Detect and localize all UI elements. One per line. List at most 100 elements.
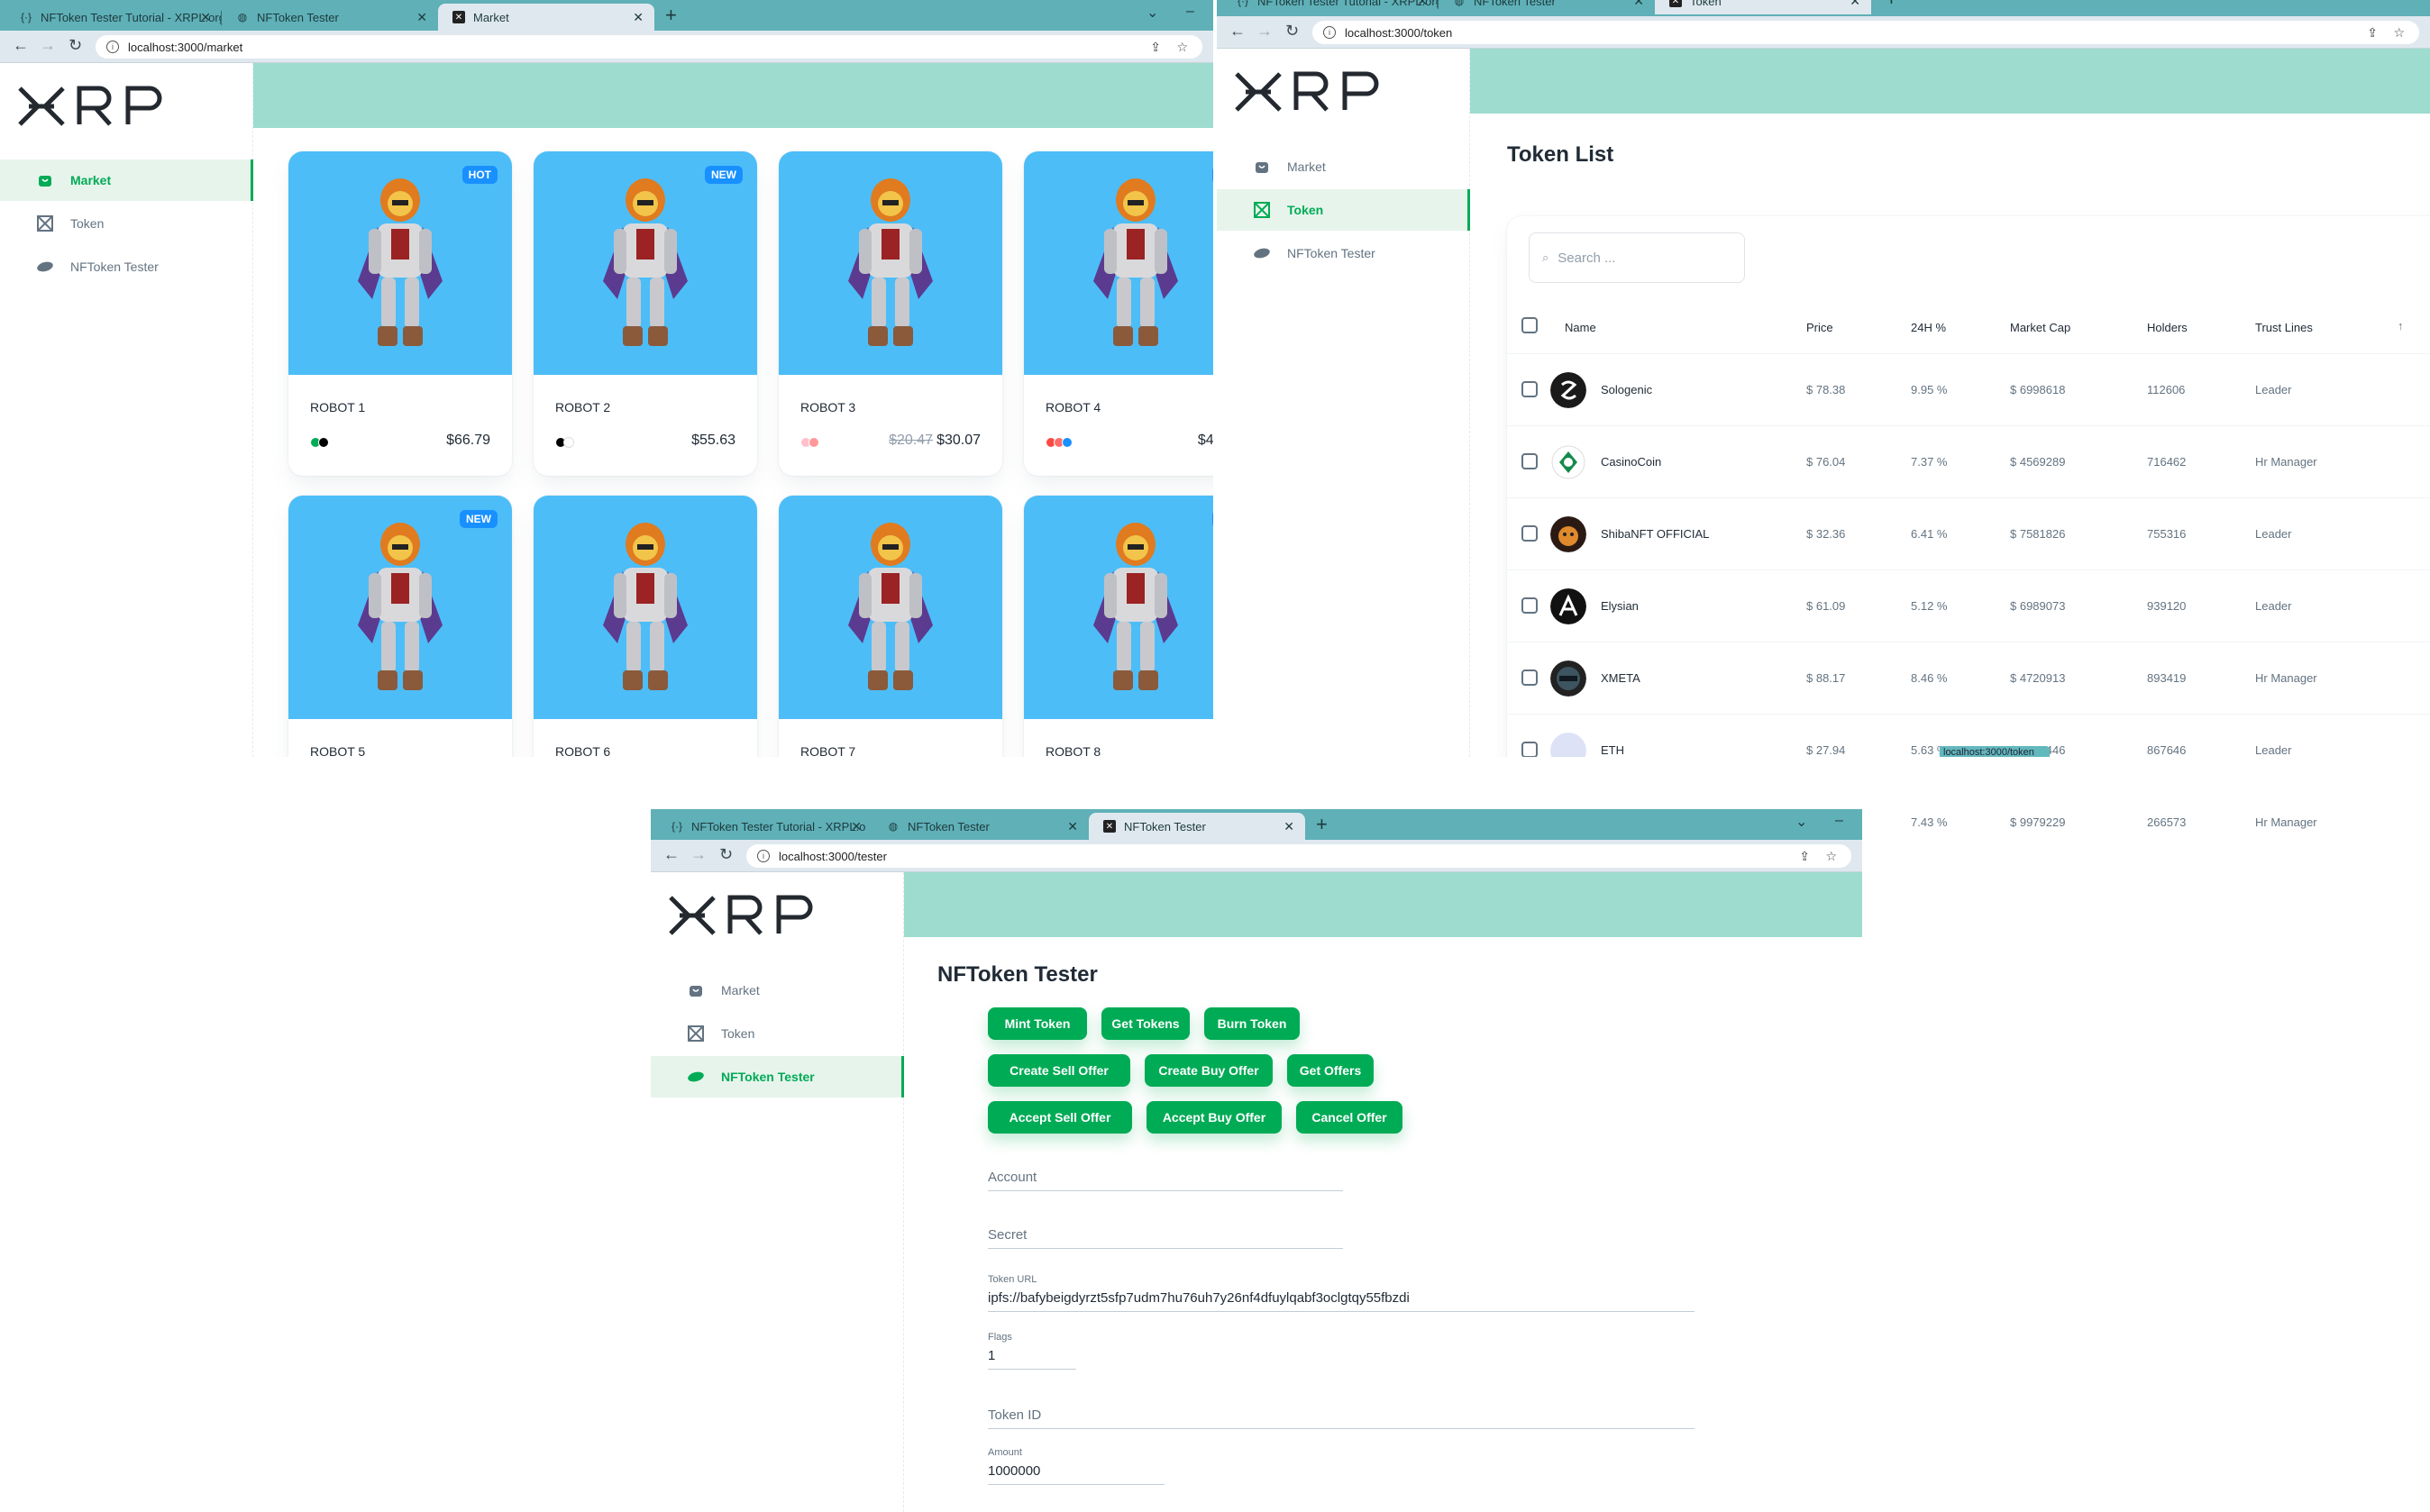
- forward-icon[interactable]: →: [690, 845, 707, 864]
- mint-token-button[interactable]: Mint Token: [988, 1007, 1087, 1040]
- product-card[interactable]: HOT ROBOT 1 $66.79: [288, 151, 512, 476]
- row-checkbox[interactable]: [1521, 669, 1538, 686]
- new-tab-icon[interactable]: +: [1886, 0, 1897, 11]
- column-header[interactable]: Holders: [2147, 321, 2188, 334]
- new-tab-icon[interactable]: +: [665, 4, 677, 27]
- amount-field[interactable]: Amount 1000000: [988, 1444, 1165, 1485]
- product-image[interactable]: [534, 496, 757, 719]
- product-image[interactable]: [779, 496, 1002, 719]
- url-field[interactable]: i localhost:3000/market ⇪ ☆: [96, 35, 1202, 59]
- close-tab-icon[interactable]: ✕: [633, 10, 644, 25]
- close-tab-icon[interactable]: ✕: [1633, 0, 1644, 9]
- accept-buy-offer-button[interactable]: Accept Buy Offer: [1146, 1101, 1282, 1134]
- share-icon[interactable]: ⇪: [1150, 40, 1161, 55]
- column-header[interactable]: Name: [1565, 321, 1596, 334]
- search-input[interactable]: ⌕ Search ...: [1529, 232, 1745, 283]
- column-header[interactable]: Market Cap: [2010, 321, 2070, 334]
- row-checkbox[interactable]: [1521, 453, 1538, 469]
- cancel-offer-button[interactable]: Cancel Offer: [1296, 1101, 1402, 1134]
- get-offers-button[interactable]: Get Offers: [1287, 1054, 1374, 1087]
- tab-nftoken-tester[interactable]: ◍ NFToken Tester ✕: [222, 4, 438, 31]
- tab-nftoken-tester-active[interactable]: ✕ NFToken Tester ✕: [1089, 813, 1305, 840]
- close-tab-icon[interactable]: ✕: [1284, 819, 1294, 834]
- star-icon[interactable]: ☆: [2393, 25, 2405, 41]
- row-checkbox[interactable]: [1521, 742, 1538, 758]
- create-buy-offer-button[interactable]: Create Buy Offer: [1145, 1054, 1273, 1087]
- sidebar-item-market[interactable]: Market: [1217, 146, 1470, 187]
- product-name[interactable]: ROBOT 5: [310, 744, 365, 757]
- sidebar-item-market[interactable]: Market: [0, 159, 253, 201]
- product-image[interactable]: [288, 151, 512, 375]
- product-name[interactable]: ROBOT 7: [800, 744, 855, 757]
- close-tab-icon[interactable]: ✕: [851, 819, 862, 834]
- get-tokens-button[interactable]: Get Tokens: [1101, 1007, 1190, 1040]
- tab-tutorial[interactable]: {·} NFToken Tester Tutorial - XRPL.org ✕: [5, 4, 222, 31]
- product-image[interactable]: [288, 496, 512, 719]
- tab-market[interactable]: ✕ Market ✕: [438, 4, 654, 31]
- product-name[interactable]: ROBOT 8: [1046, 744, 1101, 757]
- row-checkbox[interactable]: [1521, 525, 1538, 542]
- tab-tutorial[interactable]: {·} NFToken Tester Tutorial - XRPL.o ✕: [656, 813, 872, 840]
- secret-field[interactable]: Secret: [988, 1220, 1343, 1249]
- table-row[interactable]: ShibaNFT OFFICIAL $ 32.36 6.41 % $ 7581826 7…: [1507, 497, 2430, 569]
- product-card[interactable]: ROBOT 3 $20.47 $30.07: [779, 151, 1002, 476]
- sidebar-item-token[interactable]: Token: [0, 203, 253, 244]
- sidebar-item-token[interactable]: Token: [651, 1013, 904, 1054]
- product-card[interactable]: NEW ROBOT 2 $55.63: [534, 151, 757, 476]
- table-row[interactable]: CasinoCoin $ 76.04 7.37 % $ 4569289 716462 Hr…: [1507, 425, 2430, 497]
- back-icon[interactable]: ←: [663, 845, 680, 864]
- select-all-checkbox[interactable]: [1521, 317, 1538, 333]
- product-image[interactable]: [534, 151, 757, 375]
- chevron-down-icon[interactable]: ⌄: [1146, 4, 1158, 22]
- row-checkbox[interactable]: [1521, 381, 1538, 397]
- column-header[interactable]: Trust Lines: [2255, 321, 2313, 334]
- flags-field[interactable]: Flags 1: [988, 1328, 1076, 1370]
- create-sell-offer-button[interactable]: Create Sell Offer: [988, 1054, 1130, 1087]
- burn-token-button[interactable]: Burn Token: [1204, 1007, 1300, 1040]
- sidebar-item-token[interactable]: Token: [1217, 189, 1470, 231]
- row-checkbox[interactable]: [1521, 597, 1538, 614]
- table-row[interactable]: XMETA $ 88.17 8.46 % $ 4720913 893419 Hr Mana…: [1507, 642, 2430, 714]
- tab-nftoken-tester[interactable]: ◍ NFToken Tester ✕: [872, 813, 1089, 840]
- share-icon[interactable]: ⇪: [1799, 849, 1810, 864]
- new-tab-icon[interactable]: +: [1316, 813, 1328, 836]
- product-name[interactable]: ROBOT 2: [555, 400, 610, 414]
- reload-icon[interactable]: ↻: [69, 36, 82, 55]
- product-image[interactable]: [1024, 496, 1213, 719]
- product-image[interactable]: [1024, 151, 1213, 375]
- product-name[interactable]: ROBOT 4: [1046, 400, 1101, 414]
- account-field[interactable]: Account: [988, 1162, 1343, 1191]
- minimize-icon[interactable]: –: [1186, 4, 1194, 20]
- token-id-field[interactable]: Token ID: [988, 1400, 1695, 1429]
- back-icon[interactable]: ←: [13, 36, 29, 55]
- close-tab-icon[interactable]: ✕: [1417, 0, 1428, 9]
- product-card[interactable]: ROBOT 7: [779, 496, 1002, 757]
- accept-sell-offer-button[interactable]: Accept Sell Offer: [988, 1101, 1132, 1134]
- forward-icon[interactable]: →: [40, 36, 56, 55]
- sidebar-item-nftoken-tester[interactable]: NFToken Tester: [1217, 232, 1470, 274]
- product-card[interactable]: NEW ROBOT 5: [288, 496, 512, 757]
- product-name[interactable]: ROBOT 3: [800, 400, 855, 414]
- url-field[interactable]: i localhost:3000/tester ⇪ ☆: [746, 844, 1851, 868]
- forward-icon[interactable]: →: [1256, 22, 1273, 41]
- product-name[interactable]: ROBOT 1: [310, 400, 365, 414]
- star-icon[interactable]: ☆: [1825, 849, 1837, 864]
- product-image[interactable]: [779, 151, 1002, 375]
- url-field[interactable]: i localhost:3000/token ⇪ ☆: [1312, 21, 2419, 44]
- token-url-field[interactable]: Token URL ipfs://bafybeigdyrzt5sfp7udm7h…: [988, 1271, 1695, 1312]
- tab-token[interactable]: ✕ Token ✕: [1655, 0, 1871, 14]
- tab-nftoken-tester[interactable]: ◍ NFToken Tester ✕: [1439, 0, 1655, 14]
- star-icon[interactable]: ☆: [1176, 40, 1188, 55]
- product-card[interactable]: N ROBOT 4 $44.: [1024, 151, 1213, 476]
- chevron-down-icon[interactable]: ⌄: [1795, 813, 1807, 831]
- close-tab-icon[interactable]: ✕: [416, 10, 427, 25]
- table-row[interactable]: Sologenic $ 78.38 9.95 % $ 6998618 112606 Lea…: [1507, 353, 2430, 425]
- sidebar-item-nftoken-tester[interactable]: NFToken Tester: [651, 1056, 904, 1098]
- tab-tutorial[interactable]: {·} NFToken Tester Tutorial - XRPL.org ✕: [1222, 0, 1439, 14]
- share-icon[interactable]: ⇪: [2367, 25, 2378, 41]
- column-header[interactable]: Price: [1806, 321, 1833, 334]
- sort-arrow-icon[interactable]: ↑: [2398, 319, 2404, 332]
- table-row[interactable]: Elysian $ 61.09 5.12 % $ 6989073 939120 Leade…: [1507, 569, 2430, 642]
- product-card[interactable]: N ROBOT 8: [1024, 496, 1213, 757]
- reload-icon[interactable]: ↻: [719, 845, 733, 864]
